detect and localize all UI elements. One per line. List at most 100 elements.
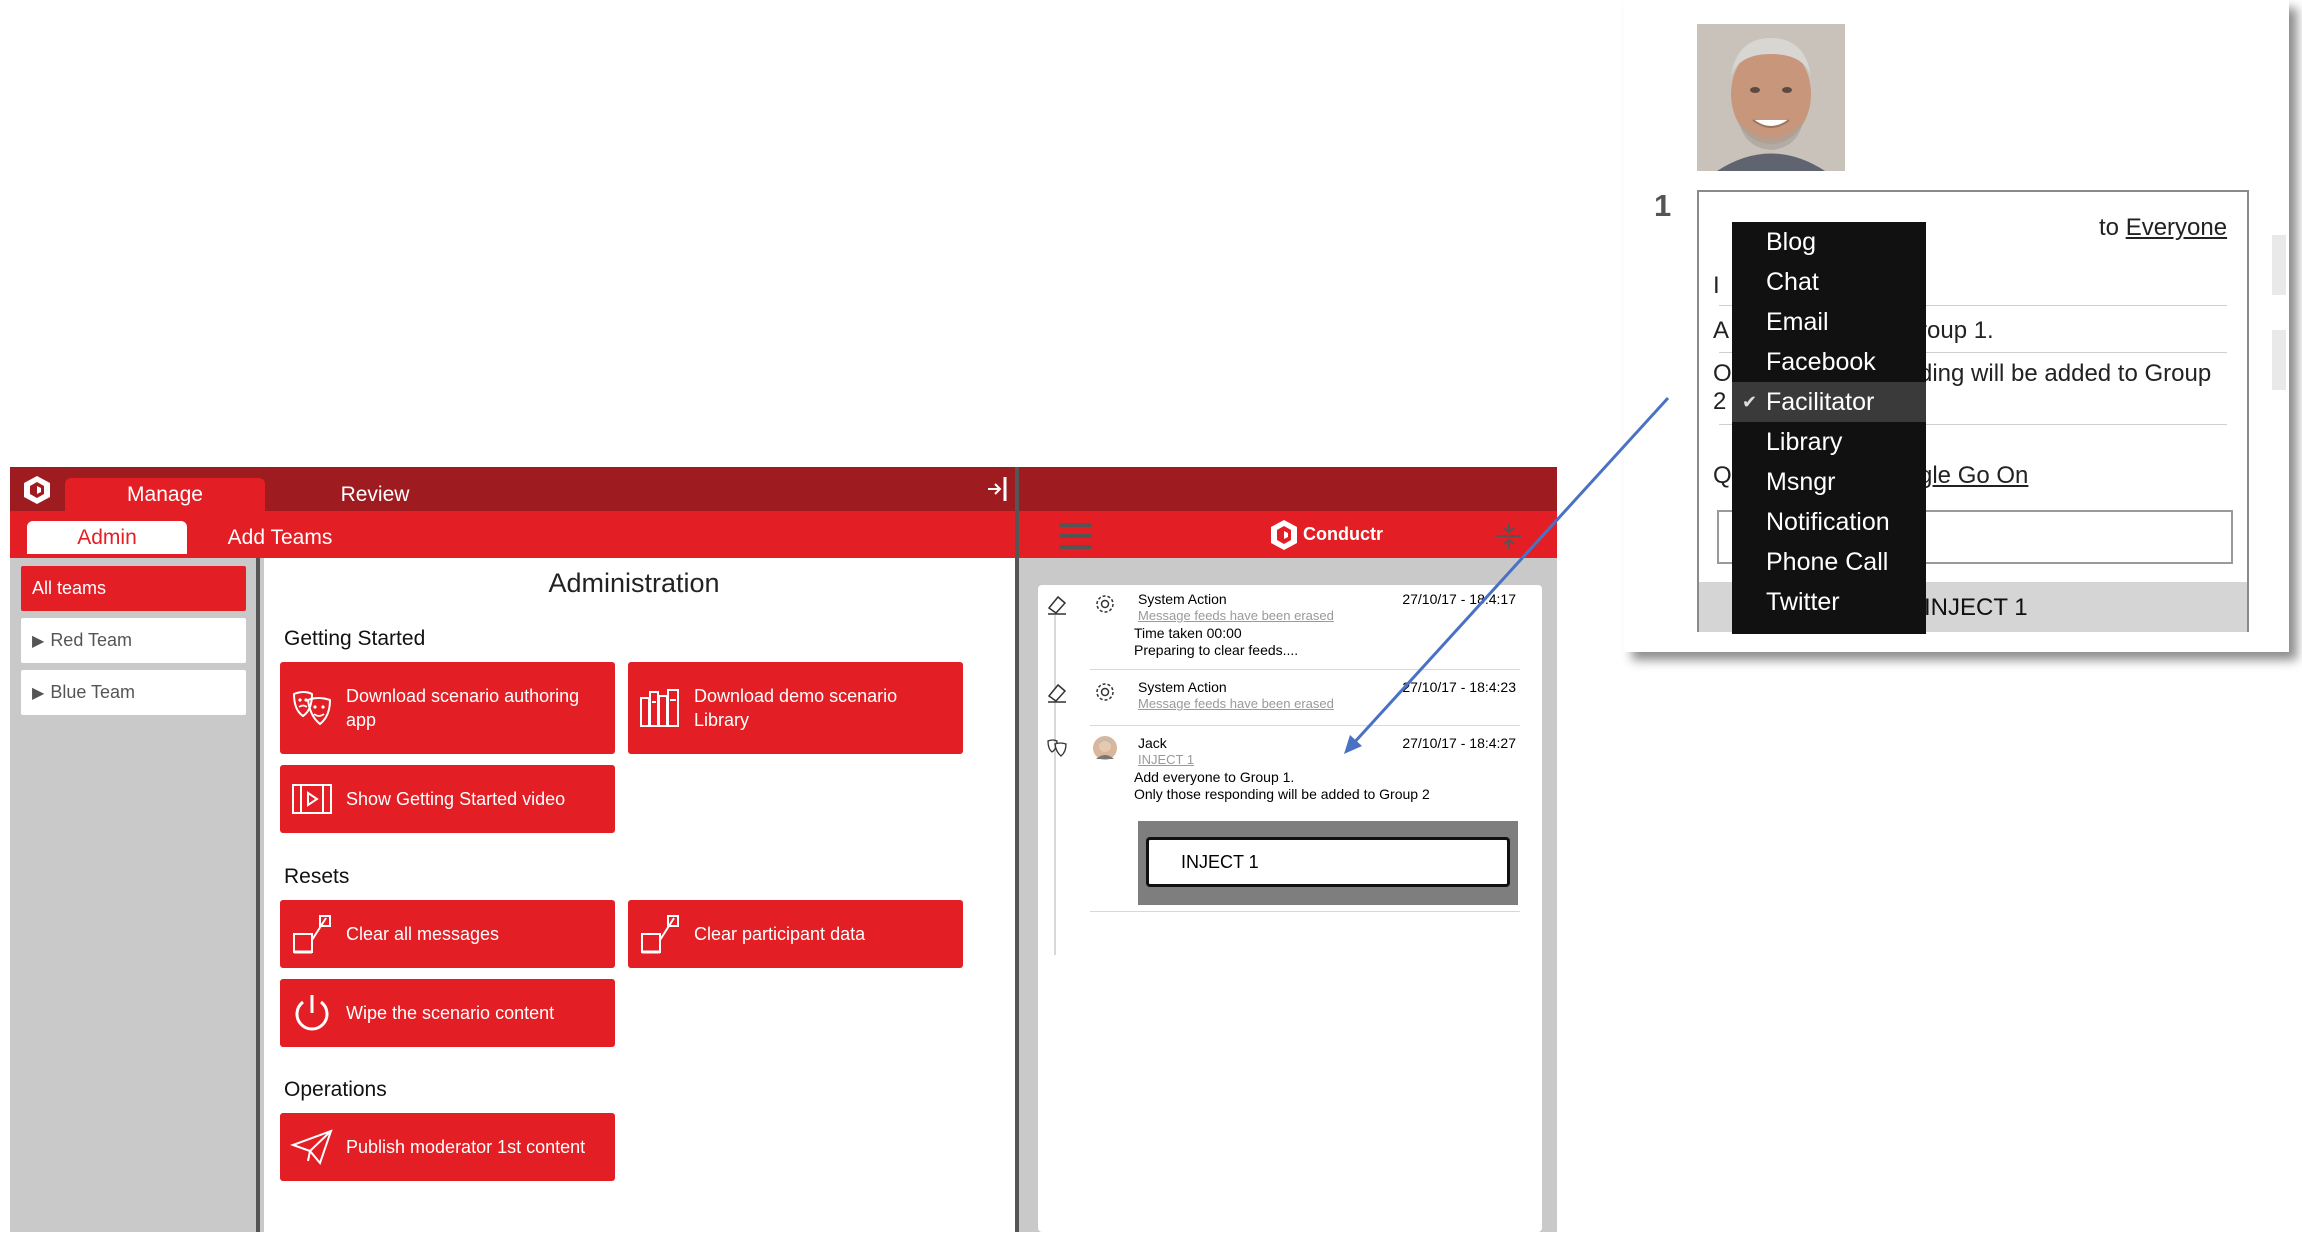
message-separator [1090, 725, 1520, 726]
message-link[interactable]: INJECT 1 [1138, 752, 1194, 767]
message-timestamp: 27/10/17 - 18:4:17 [1402, 591, 1516, 607]
compress-icon[interactable] [1494, 521, 1524, 551]
eraser-icon [1047, 683, 1067, 703]
zoom-callout: 1 to Everyone I A roup 1. O ding will be… [1624, 0, 2289, 652]
publish-moderator-content-button[interactable]: Publish moderator 1st content [280, 1113, 615, 1181]
power-icon [295, 995, 329, 1031]
side-handle [2272, 235, 2286, 295]
administration-panel: Administration Getting Started Download … [264, 558, 1020, 1232]
feed-message: System Action 27/10/17 - 18:4:23 Message… [1038, 673, 1542, 727]
message-body: Add everyone to Group 1. Only those resp… [1134, 769, 1430, 802]
dropdown-item-blog[interactable]: Blog [1732, 222, 1926, 262]
recipient-label: to Everyone [2099, 214, 2227, 242]
app-logo-icon [24, 476, 50, 504]
dropdown-item-chat[interactable]: Chat [1732, 262, 1926, 302]
dropdown-item-facilitator[interactable]: ✔ Facilitator [1732, 382, 1926, 422]
side-handle [2272, 330, 2286, 390]
section-heading-resets: Resets [284, 865, 350, 888]
tab-review[interactable]: Review [300, 478, 450, 511]
expand-arrow-icon[interactable]: ▶ [32, 685, 44, 702]
section-heading-operations: Operations [284, 1078, 387, 1101]
text-fragment: ding will be added to Group [1919, 360, 2212, 387]
inject-button[interactable]: INJECT 1 [1146, 837, 1510, 887]
button-label: Wipe the scenario content [346, 1003, 555, 1023]
clear-participant-data-button[interactable]: Clear participant data [628, 900, 963, 968]
logo-text: Conductr [1303, 524, 1383, 544]
dropdown-item-facebook[interactable]: Facebook [1732, 342, 1926, 382]
dropdown-item-library[interactable]: Library [1732, 422, 1926, 462]
message-panel: Conductr System Action 27/10/17 - 18:4:1… [1019, 467, 1557, 1232]
page-title: Administration [548, 568, 720, 598]
message-timestamp: 27/10/17 - 18:4:23 [1402, 679, 1516, 695]
button-label: Show Getting Started video [346, 789, 566, 809]
tab-add-teams[interactable]: Add Teams [205, 521, 355, 554]
message-link[interactable]: Message feeds have been erased [1138, 696, 1334, 711]
theatre-masks-icon [1047, 739, 1067, 757]
dropdown-item-twitter[interactable]: Twitter [1732, 582, 1926, 622]
avatar [1093, 736, 1117, 760]
section-heading-getting-started: Getting Started [284, 627, 426, 650]
tab-manage[interactable]: Manage [65, 478, 265, 511]
theatre-masks-icon [292, 691, 332, 726]
message-panel-topbar [1019, 467, 1557, 511]
button-label: Clear all messages [346, 924, 500, 944]
wipe-scenario-content-button[interactable]: Wipe the scenario content [280, 979, 615, 1047]
download-demo-library-button[interactable]: Download demo scenario Library [628, 662, 963, 754]
dropdown-item-msngr[interactable]: Msngr [1732, 462, 1926, 502]
recipient-link[interactable]: Everyone [2126, 214, 2227, 241]
team-label: All teams [32, 578, 107, 598]
text-fragment: A [1713, 317, 1730, 344]
checkmark-icon: ✔ [1742, 392, 1758, 412]
clear-all-messages-button[interactable]: Clear all messages [280, 900, 615, 968]
conductr-logo-icon [1271, 519, 1297, 550]
message-feed: System Action 27/10/17 - 18:4:17 Message… [1038, 585, 1542, 1232]
text-fragment: I [1713, 272, 1720, 299]
inject-button[interactable]: INJECT 1 [1924, 594, 2028, 622]
paper-plane-icon [290, 1129, 333, 1166]
hamburger-menu-icon[interactable] [1059, 523, 1091, 549]
dropdown-item-phone-call[interactable]: Phone Call [1732, 542, 1926, 582]
tab-admin[interactable]: Admin [27, 521, 187, 554]
app-window: Manage Review Admin Add Teams All teams … [10, 467, 1557, 1232]
go-on-link[interactable]: gle Go On [1919, 462, 2028, 490]
text-fragment: 2 [1713, 388, 1727, 415]
button-label: Download scenario authoring app [346, 686, 580, 730]
eraser-icon [1047, 595, 1067, 615]
team-item-blue-team[interactable]: ▶ Blue Team [21, 670, 246, 715]
item-number: 1 [1654, 188, 1672, 223]
button-label: Publish moderator 1st content [346, 1137, 586, 1157]
broom-bucket-icon [293, 915, 331, 954]
message-timestamp: 27/10/17 - 18:4:27 [1402, 735, 1516, 751]
team-item-all-teams[interactable]: All teams [21, 566, 246, 611]
message-sender: System Action [1138, 679, 1227, 695]
download-authoring-app-button[interactable]: Download scenario authoring app [280, 662, 615, 754]
text-fragment: O [1713, 360, 1732, 387]
expand-arrow-icon[interactable]: ▶ [32, 633, 44, 650]
message-separator [1090, 911, 1520, 912]
team-item-red-team[interactable]: ▶ Red Team [21, 618, 246, 663]
dropdown-item-notification[interactable]: Notification [1732, 502, 1926, 542]
dropdown-item-label: Facilitator [1766, 388, 1875, 416]
sub-navigation-bar: Admin Add Teams [10, 511, 1020, 558]
message-sender: System Action [1138, 591, 1227, 607]
to-label: to [2099, 214, 2120, 241]
team-label: Blue Team [50, 682, 136, 702]
message-body: Time taken 00:00 Preparing to clear feed… [1134, 625, 1299, 658]
gear-icon [1096, 683, 1114, 701]
team-sidebar: All teams ▶ Red Team ▶ Blue Team [10, 558, 260, 1232]
message-panel-toolbar: Conductr [1019, 511, 1557, 558]
text-fragment: Q [1713, 462, 1732, 489]
feed-message: System Action 27/10/17 - 18:4:17 Message… [1038, 585, 1542, 673]
channel-dropdown-menu: Blog Chat Email Facebook ✔ Facilitator Li… [1732, 222, 1926, 634]
dropdown-item-email[interactable]: Email [1732, 302, 1926, 342]
collapse-panel-icon[interactable] [985, 475, 1009, 503]
inject-panel: INJECT 1 [1138, 821, 1518, 905]
library-books-icon [640, 689, 679, 727]
broom-bucket-icon [641, 915, 679, 954]
profile-photo-image [1697, 24, 1845, 171]
show-getting-started-video-button[interactable]: Show Getting Started video [280, 765, 615, 833]
message-separator [1090, 669, 1520, 670]
text-fragment: roup 1. [1919, 317, 1994, 344]
message-link[interactable]: Message feeds have been erased [1138, 608, 1334, 623]
gear-icon [1096, 595, 1114, 613]
